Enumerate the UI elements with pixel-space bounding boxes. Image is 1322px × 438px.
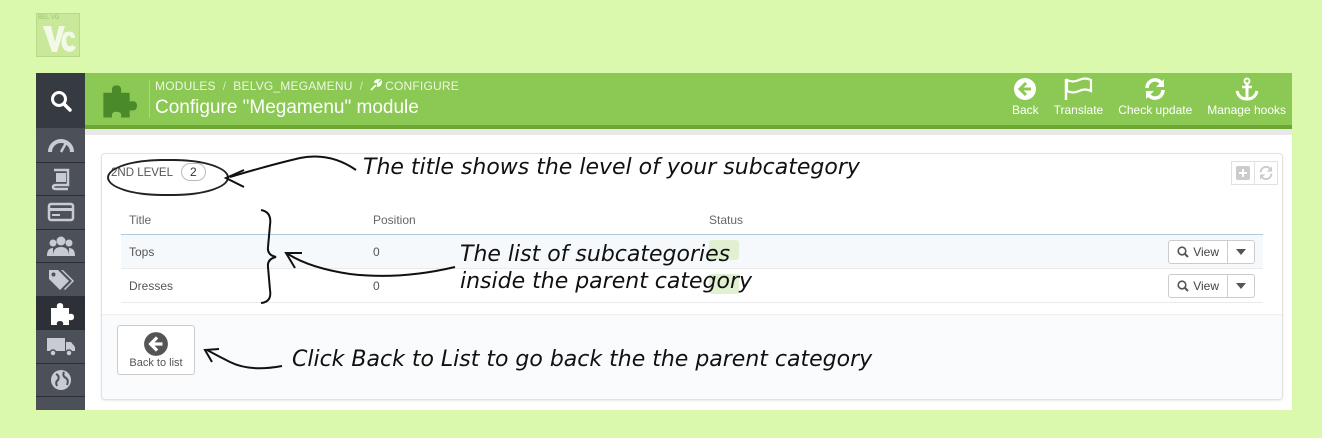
translate-button[interactable]: Translate xyxy=(1053,77,1104,117)
column-header-status[interactable]: Status xyxy=(701,205,885,235)
translate-label: Translate xyxy=(1053,103,1104,117)
plus-square-icon xyxy=(1236,166,1250,180)
back-annotation: Click Back to List to go back the the pa… xyxy=(292,347,873,372)
search-icon[interactable] xyxy=(50,90,72,112)
logo-mark-icon xyxy=(43,26,76,52)
table-header-row: Title Position Status xyxy=(121,205,1263,235)
sidebar-item-price-rules[interactable] xyxy=(36,263,85,297)
belvg-logo: BEL VG xyxy=(36,13,80,57)
panel-tools xyxy=(1231,161,1278,185)
back-button[interactable]: Back xyxy=(1012,77,1039,117)
cell-title: Dresses xyxy=(121,268,365,303)
title-annotation: The title shows the level of your subcat… xyxy=(363,155,860,180)
level-title: 2ND LEVEL 2 xyxy=(107,159,229,196)
flag-icon xyxy=(1065,77,1093,100)
zoom-icon xyxy=(1177,279,1189,292)
anchor-icon xyxy=(1235,77,1259,101)
page-title: Configure "Megamenu" module xyxy=(155,97,419,118)
cell-actions: View xyxy=(884,234,1263,269)
caret-down-icon xyxy=(1236,282,1246,289)
localization-icon xyxy=(50,369,71,390)
header-shadow-strip xyxy=(85,129,1292,135)
modules-icon xyxy=(50,302,74,325)
column-header-actions xyxy=(884,205,1263,235)
logo-text: BEL VG xyxy=(38,15,60,21)
refresh-icon xyxy=(1145,78,1165,100)
breadcrumb-module[interactable]: BELVG_MEGAMENU xyxy=(233,79,352,93)
page-header: MODULES / BELVG_MEGAMENU / CONFIGURE Configu… xyxy=(85,73,1292,129)
breadcrumb: MODULES / BELVG_MEGAMENU / CONFIGURE xyxy=(155,79,459,93)
sidebar-item-customers[interactable] xyxy=(36,229,85,263)
view-button-group: View xyxy=(1168,273,1255,298)
back-label: Back xyxy=(1011,103,1039,117)
sidebar-item-localization[interactable] xyxy=(36,363,85,397)
column-header-position[interactable]: Position xyxy=(365,205,701,235)
sidebar xyxy=(36,73,85,410)
caret-down-icon xyxy=(1236,248,1246,255)
refresh-small-icon xyxy=(1259,165,1273,181)
dashboard-icon xyxy=(47,139,74,153)
check-update-button[interactable]: Check update xyxy=(1118,77,1192,117)
breadcrumb-modules[interactable]: MODULES xyxy=(155,79,216,93)
tags-icon xyxy=(48,270,74,291)
preferences-icon xyxy=(49,401,73,410)
manage-hooks-label: Manage hooks xyxy=(1207,103,1286,117)
module-puzzle-icon xyxy=(103,85,137,118)
add-new-button[interactable] xyxy=(1231,161,1255,185)
breadcrumb-configure[interactable]: CONFIGURE xyxy=(385,79,459,93)
view-dropdown-toggle[interactable] xyxy=(1228,273,1255,298)
back-to-list-button[interactable]: Back to list xyxy=(117,325,195,375)
view-dropdown-toggle[interactable] xyxy=(1228,239,1255,264)
sidebar-item-dashboard[interactable] xyxy=(36,129,85,163)
cell-actions: View xyxy=(884,268,1263,303)
list-annotation-line2: inside the parent category xyxy=(460,269,753,294)
sidebar-item-modules[interactable] xyxy=(36,296,85,330)
view-button-group: View xyxy=(1168,239,1255,264)
manage-hooks-button[interactable]: Manage hooks xyxy=(1207,77,1286,117)
view-button[interactable]: View xyxy=(1168,239,1228,264)
column-header-title[interactable]: Title xyxy=(121,205,365,235)
back-to-list-label: Back to list xyxy=(129,357,183,369)
orders-icon xyxy=(47,203,74,222)
sidebar-item-shipping[interactable] xyxy=(36,330,85,364)
view-label: View xyxy=(1193,244,1219,259)
arrow-left-circle-icon xyxy=(144,332,168,356)
arrow-left-circle-icon xyxy=(1014,78,1037,100)
view-button[interactable]: View xyxy=(1168,273,1228,298)
list-annotation-line1: The list of subcategories xyxy=(460,242,731,267)
customers-icon xyxy=(46,236,75,256)
toolbar: Back Translate Check update Manage hooks xyxy=(997,77,1286,117)
check-update-label: Check update xyxy=(1118,103,1193,117)
sidebar-item-catalog[interactable] xyxy=(36,162,85,196)
view-label: View xyxy=(1193,278,1219,293)
sidebar-item-orders[interactable] xyxy=(36,196,85,230)
header-divider xyxy=(149,80,150,118)
shipping-icon xyxy=(46,338,75,357)
cell-title: Tops xyxy=(121,234,365,269)
catalog-icon xyxy=(51,168,69,190)
sidebar-item-preferences[interactable] xyxy=(36,397,85,410)
annotation-circle xyxy=(107,159,229,196)
zoom-icon xyxy=(1177,245,1189,258)
wrench-icon xyxy=(370,79,383,91)
sidebar-search[interactable] xyxy=(36,73,85,129)
refresh-list-button[interactable] xyxy=(1255,161,1278,185)
